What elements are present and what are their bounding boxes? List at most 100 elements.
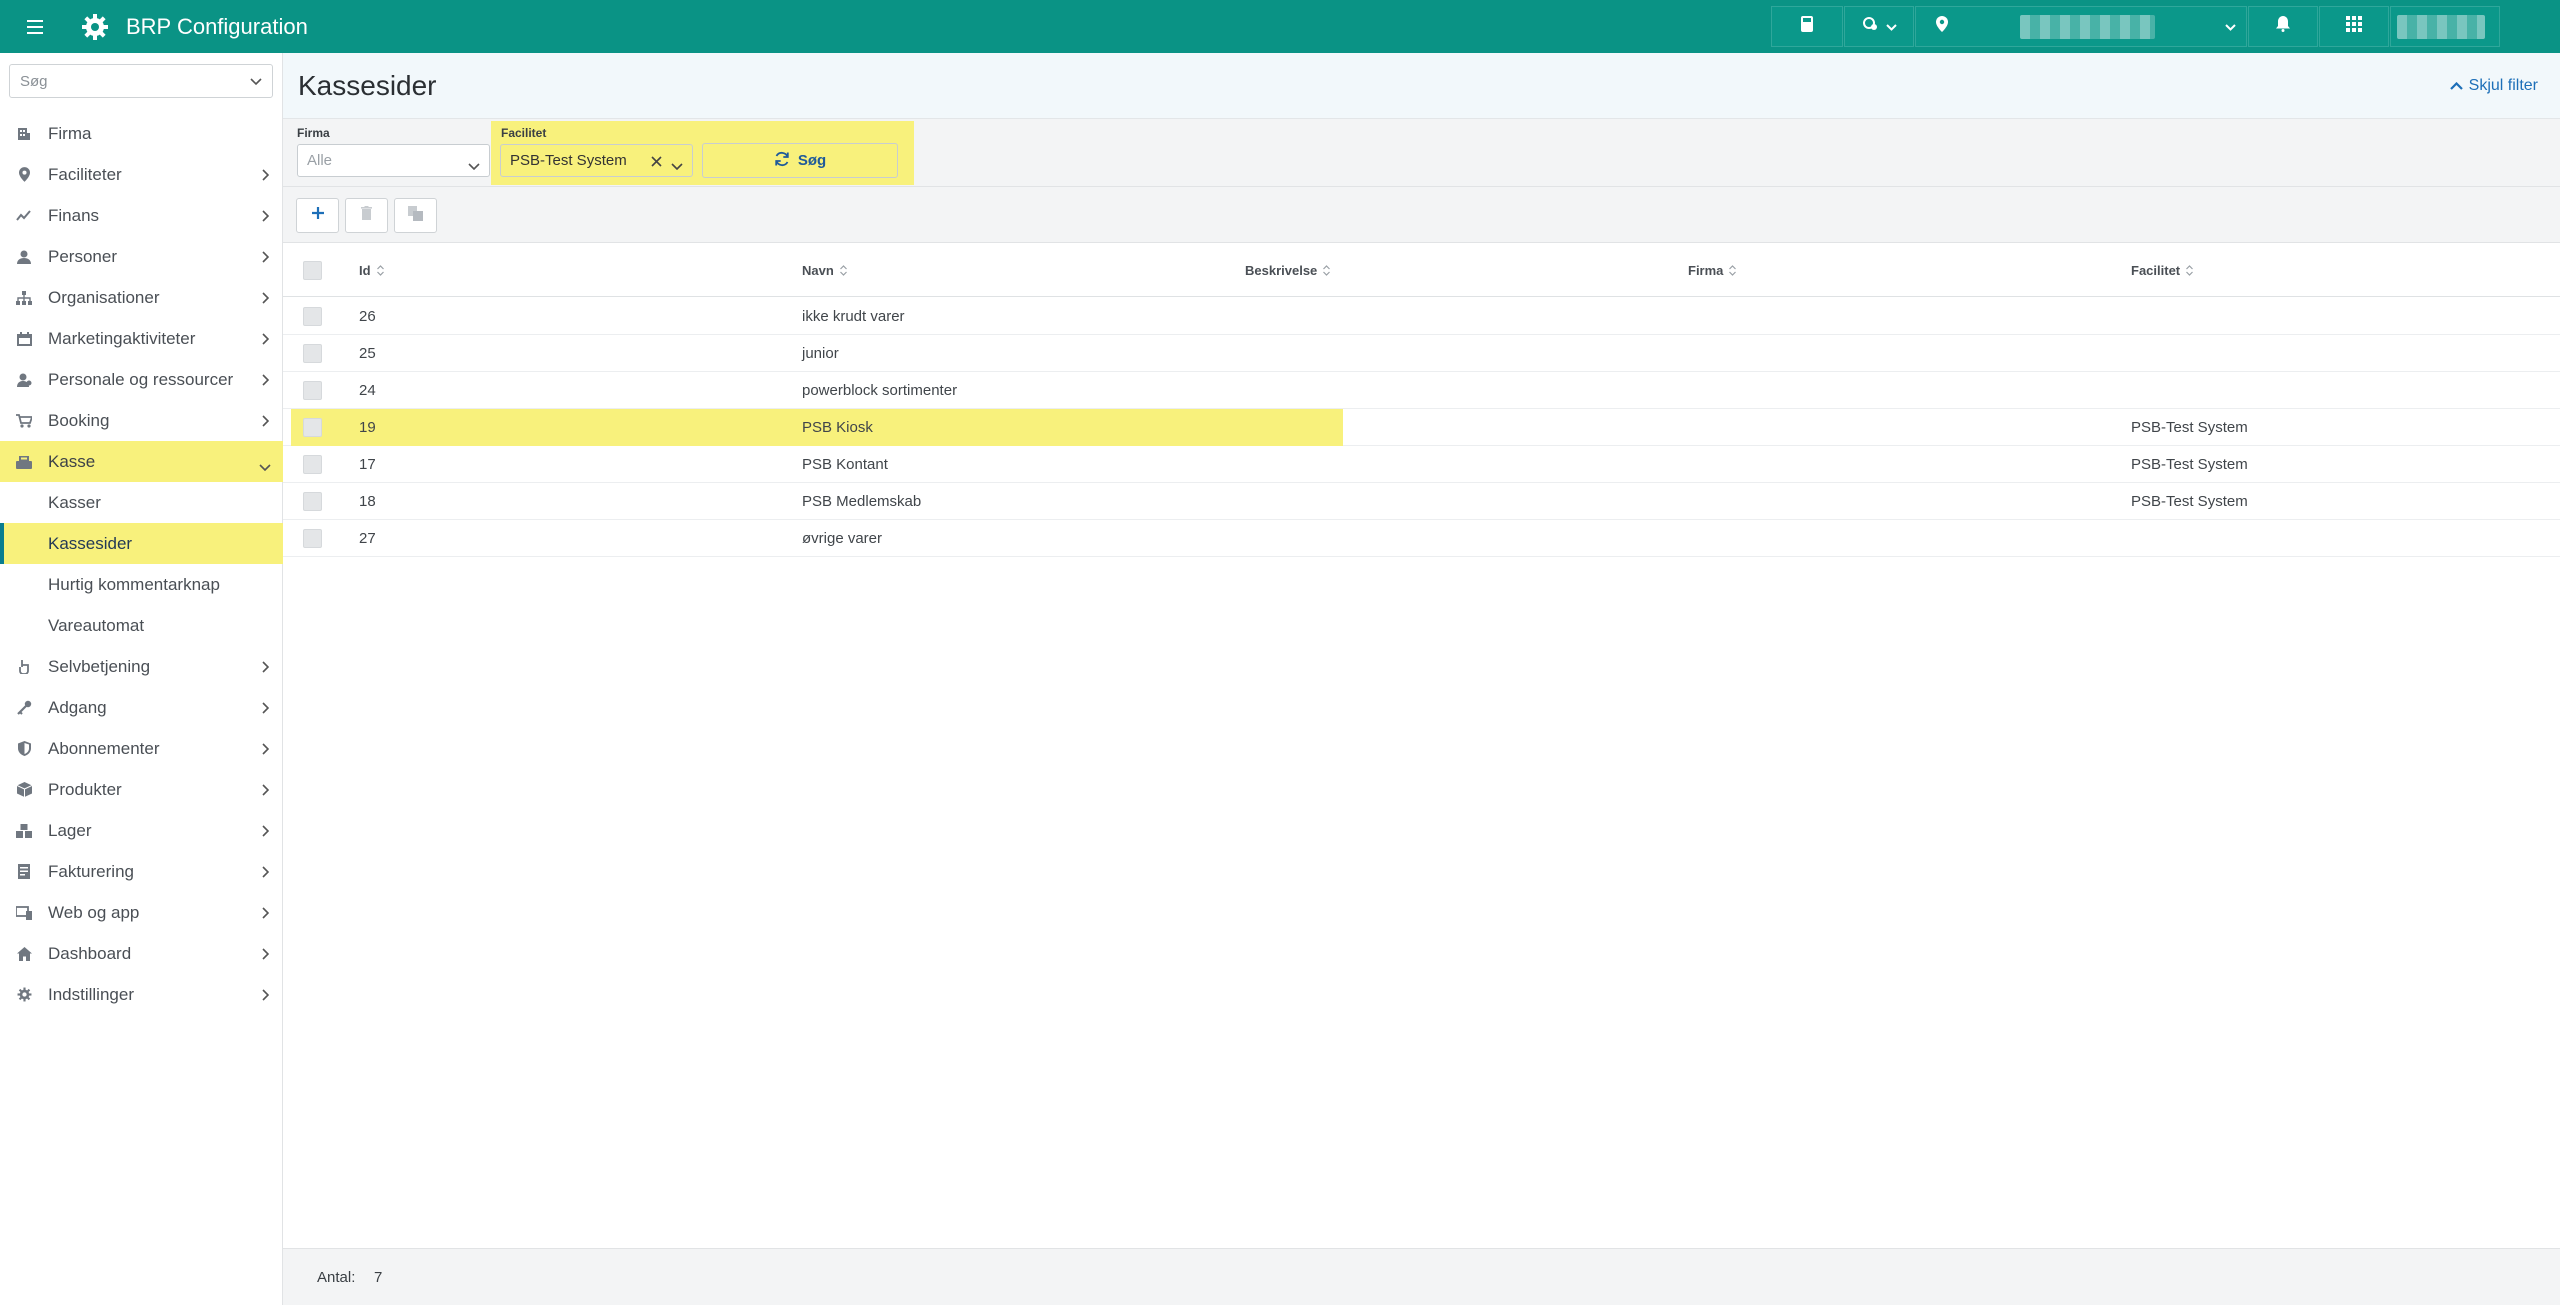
cell-id: 18 [359, 493, 376, 510]
sidebar-item-label: Indstillinger [48, 984, 134, 1004]
column-header-id[interactable]: Id [359, 263, 384, 278]
hide-filter-label: Skjul filter [2468, 77, 2538, 94]
apps-grid-button[interactable] [2319, 6, 2389, 47]
sidebar-item-adgang[interactable]: Adgang [0, 687, 283, 728]
user-settings-dropdown[interactable] [1844, 6, 1914, 47]
table-row[interactable]: 27 øvrige varer [283, 520, 2560, 557]
sidebar-item-personer[interactable]: Personer [0, 236, 283, 277]
sidebar-item-indstillinger[interactable]: Indstillinger [0, 974, 283, 1015]
sidebar-item-marketingaktiviteter[interactable]: Marketingaktiviteter [0, 318, 283, 359]
hand-pointer-icon [0, 659, 48, 674]
column-header-facilitet[interactable]: Facilitet [2131, 263, 2194, 278]
sidebar-subitem-kassesider[interactable]: Kassesider [0, 523, 283, 564]
search-button[interactable]: Søg [702, 143, 898, 178]
hamburger-menu-icon[interactable] [0, 0, 70, 53]
cell-id: 26 [359, 308, 376, 325]
sidebar-item-finans[interactable]: Finans [0, 195, 283, 236]
sidebar-item-abonnementer[interactable]: Abonnementer [0, 728, 283, 769]
column-header-beskrivelse[interactable]: Beskrivelse [1245, 263, 1331, 278]
cell-facilitet: PSB-Test System [2131, 493, 2248, 510]
column-header-firma[interactable]: Firma [1688, 263, 1737, 278]
cell-id: 17 [359, 456, 376, 473]
sidebar-subitem-kasser[interactable]: Kasser [0, 482, 283, 523]
sidebar-item-booking[interactable]: Booking [0, 400, 283, 441]
add-button[interactable] [296, 198, 339, 233]
cell-navn: powerblock sortimenter [802, 382, 958, 399]
toolbar [296, 198, 437, 233]
copy-button[interactable] [394, 198, 437, 233]
sidebar-item-selvbetjening[interactable]: Selvbetjening [0, 646, 283, 687]
chevron-right-icon [262, 330, 270, 350]
sidebar-item-lager[interactable]: Lager [0, 810, 283, 851]
row-checkbox[interactable] [303, 418, 322, 437]
devices-icon [0, 905, 48, 920]
column-header-label: Id [359, 263, 371, 278]
column-header-navn[interactable]: Navn [802, 263, 847, 278]
sort-icon [839, 265, 847, 276]
person-icon [0, 250, 48, 264]
table-row[interactable]: 17 PSB Kontant PSB-Test System [283, 446, 2560, 483]
chevron-right-icon [262, 289, 270, 309]
sidebar-item-web-og-app[interactable]: Web og app [0, 892, 283, 933]
apps-grid-icon [2346, 16, 2362, 37]
chevron-right-icon [262, 658, 270, 678]
row-checkbox[interactable] [303, 344, 322, 363]
calculator-button[interactable] [1771, 6, 1843, 47]
filter-bar: Firma Alle Facilitet PSB-Test System Søg [283, 119, 2560, 187]
cell-id: 27 [359, 530, 376, 547]
table-row[interactable]: 18 PSB Medlemskab PSB-Test System [283, 483, 2560, 520]
cart-icon [0, 413, 48, 428]
row-checkbox[interactable] [303, 529, 322, 548]
cell-navn: PSB Kiosk [802, 419, 873, 436]
chevron-right-icon [262, 781, 270, 801]
user-profile-button[interactable] [2390, 6, 2500, 47]
sidebar-subitem-vareautomat[interactable]: Vareautomat [0, 605, 283, 646]
sidebar-item-label: Faciliteter [48, 164, 122, 184]
sidebar-item-produkter[interactable]: Produkter [0, 769, 283, 810]
table-row[interactable]: 24 powerblock sortimenter [283, 372, 2560, 409]
main-content: Kassesider Skjul filter Firma Alle Facil… [283, 53, 2560, 1305]
cell-navn: øvrige varer [802, 530, 883, 547]
row-checkbox[interactable] [303, 381, 322, 400]
sidebar-subitem-hurtig-kommentarknap[interactable]: Hurtig kommentarknap [0, 564, 283, 605]
location-selector[interactable] [1915, 6, 2247, 47]
sidebar-item-firma[interactable]: Firma [0, 113, 283, 154]
select-all-checkbox[interactable] [303, 261, 322, 280]
sidebar-item-kasse[interactable]: Kasse [0, 441, 283, 482]
firma-filter-select[interactable]: Alle [297, 144, 490, 177]
sidebar-item-fakturering[interactable]: Fakturering [0, 851, 283, 892]
table-row-highlighted[interactable]: 19 PSB Kiosk PSB-Test System [283, 409, 2560, 446]
sidebar-item-dashboard[interactable]: Dashboard [0, 933, 283, 974]
facilitet-filter-select[interactable]: PSB-Test System [500, 144, 693, 177]
chevron-right-icon [262, 248, 270, 268]
table-row[interactable]: 26 ikke krudt varer [283, 298, 2560, 335]
row-checkbox[interactable] [303, 307, 322, 326]
chevron-right-icon [262, 863, 270, 883]
sidebar-item-faciliteter[interactable]: Faciliteter [0, 154, 283, 195]
sort-icon [2186, 265, 2194, 276]
redacted-user [2397, 14, 2485, 39]
row-checkbox[interactable] [303, 492, 322, 511]
cell-facilitet: PSB-Test System [2131, 456, 2248, 473]
hide-filter-link[interactable]: Skjul filter [2449, 77, 2538, 95]
sidebar-item-organisationer[interactable]: Organisationer [0, 277, 283, 318]
column-header-label: Firma [1688, 263, 1724, 278]
sidebar-search-input[interactable]: Søg [9, 64, 273, 98]
boxes-icon [0, 823, 48, 838]
table-row[interactable]: 25 junior [283, 335, 2560, 372]
sidebar-item-label: Personer [48, 246, 117, 266]
column-header-label: Facilitet [2131, 263, 2181, 278]
chevron-right-icon [262, 207, 270, 227]
cell-navn: junior [802, 345, 839, 362]
clear-icon[interactable] [651, 154, 662, 171]
row-checkbox[interactable] [303, 455, 322, 474]
sidebar-item-personale-og-ressourcer[interactable]: Personale og ressourcer [0, 359, 283, 400]
cell-id: 24 [359, 382, 376, 399]
calendar-icon [0, 331, 48, 346]
chevron-right-icon [262, 822, 270, 842]
bell-icon [2276, 16, 2290, 37]
delete-button[interactable] [345, 198, 388, 233]
home-icon [0, 946, 48, 961]
chevron-right-icon [262, 412, 270, 432]
notifications-button[interactable] [2248, 6, 2318, 47]
